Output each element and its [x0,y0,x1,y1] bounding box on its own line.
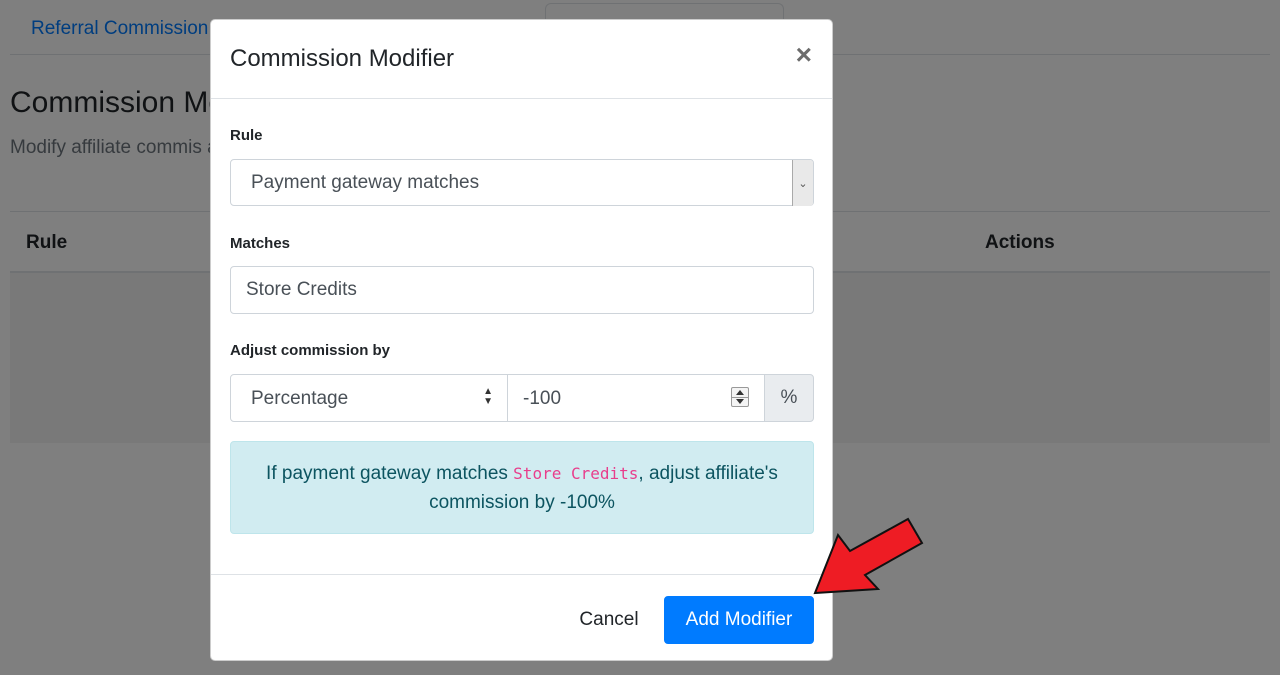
chevron-down-icon[interactable]: ⌄ [792,160,813,206]
adjust-commission-label: Adjust commission by [230,342,391,359]
adjust-type-select[interactable]: Percentage ▲ ▼ [230,374,508,422]
number-spinner[interactable] [731,387,749,407]
rule-select-value: Payment gateway matches [251,172,480,193]
add-modifier-button[interactable]: Add Modifier [664,596,814,644]
commission-modifier-modal: Commission Modifier × Rule Payment gatew… [210,19,833,661]
cancel-button[interactable]: Cancel [569,596,649,644]
matches-input[interactable]: Store Credits [230,266,814,314]
modal-title: Commission Modifier [230,45,455,72]
summary-prefix: If payment gateway matches [266,463,514,484]
modal-header: Commission Modifier × [211,20,832,99]
spinner-down-icon[interactable] [736,399,744,404]
matches-input-value: Store Credits [246,279,357,300]
percent-addon: % [764,374,814,422]
sort-arrows-icon: ▲ ▼ [483,386,493,407]
adjust-amount-input[interactable]: -100 [507,374,765,422]
rule-select[interactable]: Payment gateway matches ⌄ [230,159,814,206]
adjust-amount-value: -100 [523,388,562,409]
rule-summary-alert: If payment gateway matches Store Credits… [230,441,814,534]
matches-label: Matches [230,235,291,252]
red-arrow-icon [813,517,924,595]
spinner-up-icon[interactable] [736,390,744,395]
adjust-commission-group: Percentage ▲ ▼ -100 % [230,374,814,422]
summary-code: Store Credits [513,464,639,483]
close-icon[interactable]: × [796,41,812,69]
modal-footer: Cancel Add Modifier [211,574,832,660]
rule-label: Rule [230,127,263,144]
adjust-type-value: Percentage [251,388,349,409]
